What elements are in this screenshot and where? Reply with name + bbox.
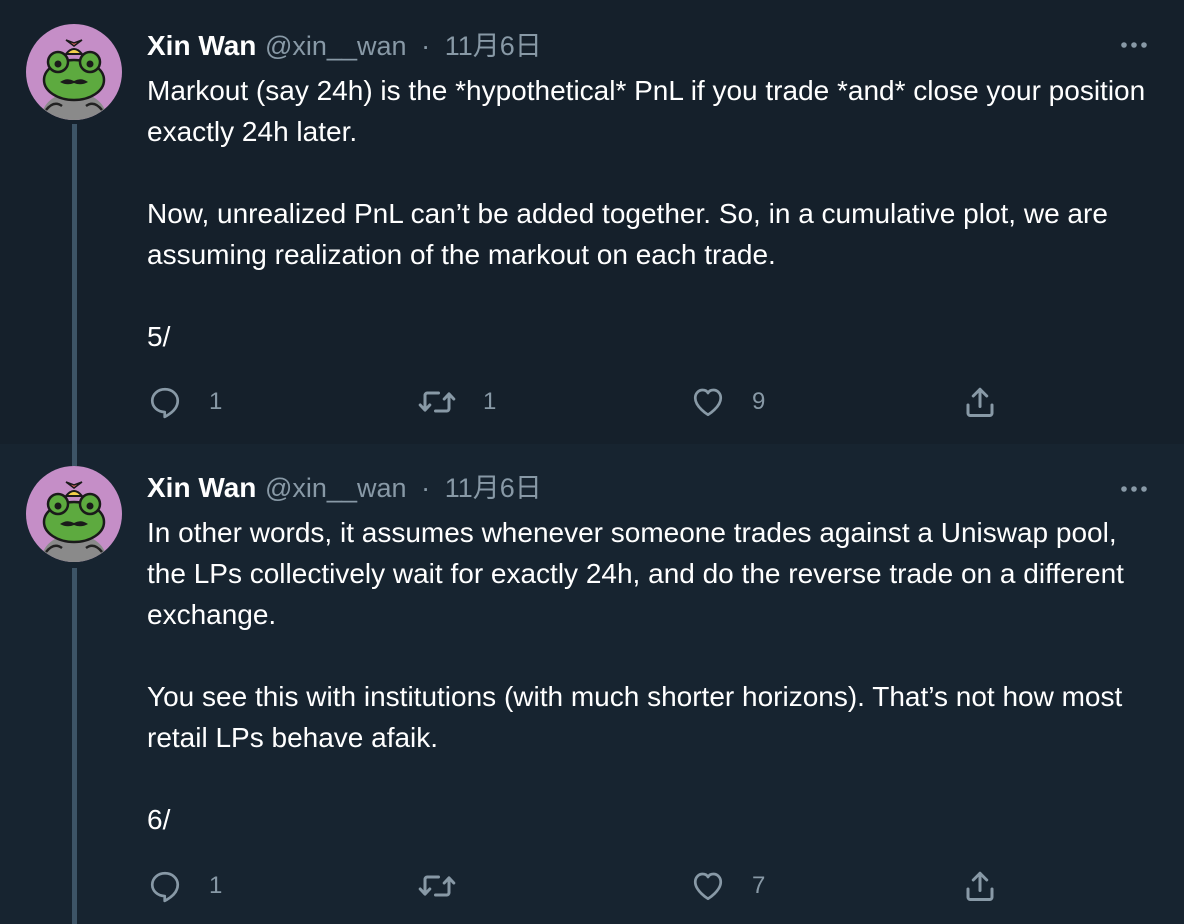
tweet-actions: 1 7 bbox=[147, 864, 1027, 908]
reply-icon bbox=[150, 871, 180, 903]
avatar[interactable] bbox=[26, 466, 122, 562]
share-icon bbox=[966, 387, 994, 417]
like-button[interactable]: 7 bbox=[690, 864, 765, 908]
tweet-paragraph: Markout (say 24h) is the *hypothetical* … bbox=[147, 75, 1146, 147]
more-options-icon bbox=[1121, 42, 1147, 48]
reply-count: 1 bbox=[209, 872, 223, 899]
retweet-count: 1 bbox=[483, 388, 497, 415]
more-options-button[interactable] bbox=[1114, 474, 1154, 504]
thread-connector-line bbox=[72, 568, 77, 924]
thread-connector-line bbox=[72, 444, 77, 466]
author-handle[interactable]: @xin__wan bbox=[265, 473, 407, 503]
tweet-text: In other words, it assumes whenever some… bbox=[147, 512, 1157, 840]
frog-avatar-icon bbox=[26, 466, 122, 562]
more-options-icon bbox=[1121, 486, 1147, 492]
heart-icon bbox=[693, 388, 723, 417]
separator-dot: · bbox=[421, 473, 431, 503]
reply-button[interactable]: 1 bbox=[147, 864, 222, 908]
tweet-date[interactable]: 11月6日 bbox=[445, 473, 542, 503]
like-count: 9 bbox=[752, 388, 766, 415]
share-button[interactable] bbox=[962, 864, 1024, 908]
reply-icon bbox=[150, 387, 180, 419]
reply-count: 1 bbox=[209, 388, 223, 415]
tweet-paragraph: 6/ bbox=[147, 804, 171, 835]
retweet-icon bbox=[418, 391, 456, 413]
author-name[interactable]: Xin Wan bbox=[147, 472, 256, 503]
tweet-date[interactable]: 11月6日 bbox=[445, 31, 542, 61]
author-name[interactable]: Xin Wan bbox=[147, 30, 256, 61]
tweet[interactable]: Xin Wan @xin__wan · 11月6日 Markout (say 2… bbox=[0, 0, 1184, 444]
tweet-paragraph: Now, unrealized PnL can’t be added toget… bbox=[147, 198, 1108, 270]
reply-button[interactable]: 1 bbox=[147, 380, 222, 424]
like-count: 7 bbox=[752, 872, 766, 899]
share-icon bbox=[966, 871, 994, 901]
frog-avatar-icon bbox=[26, 24, 122, 120]
more-options-button[interactable] bbox=[1114, 30, 1154, 60]
tweet-paragraph: You see this with institutions (with muc… bbox=[147, 681, 1123, 753]
tweet-paragraph: 5/ bbox=[147, 321, 171, 352]
retweet-button[interactable]: 1 bbox=[417, 380, 496, 424]
tweet-header: Xin Wan @xin__wan · 11月6日 bbox=[147, 470, 542, 506]
separator-dot: · bbox=[421, 31, 431, 61]
thread-connector-line bbox=[72, 124, 77, 444]
tweet-text: Markout (say 24h) is the *hypothetical* … bbox=[147, 70, 1157, 357]
tweet-paragraph: In other words, it assumes whenever some… bbox=[147, 517, 1124, 630]
avatar[interactable] bbox=[26, 24, 122, 120]
like-button[interactable]: 9 bbox=[690, 380, 765, 424]
heart-icon bbox=[693, 872, 723, 901]
share-button[interactable] bbox=[962, 380, 1024, 424]
retweet-icon bbox=[418, 875, 456, 897]
author-handle[interactable]: @xin__wan bbox=[265, 31, 407, 61]
retweet-button[interactable] bbox=[417, 864, 483, 908]
tweet[interactable]: Xin Wan @xin__wan · 11月6日 In other words… bbox=[0, 444, 1184, 924]
tweet-actions: 1 1 9 bbox=[147, 380, 1027, 424]
tweet-header: Xin Wan @xin__wan · 11月6日 bbox=[147, 28, 542, 64]
